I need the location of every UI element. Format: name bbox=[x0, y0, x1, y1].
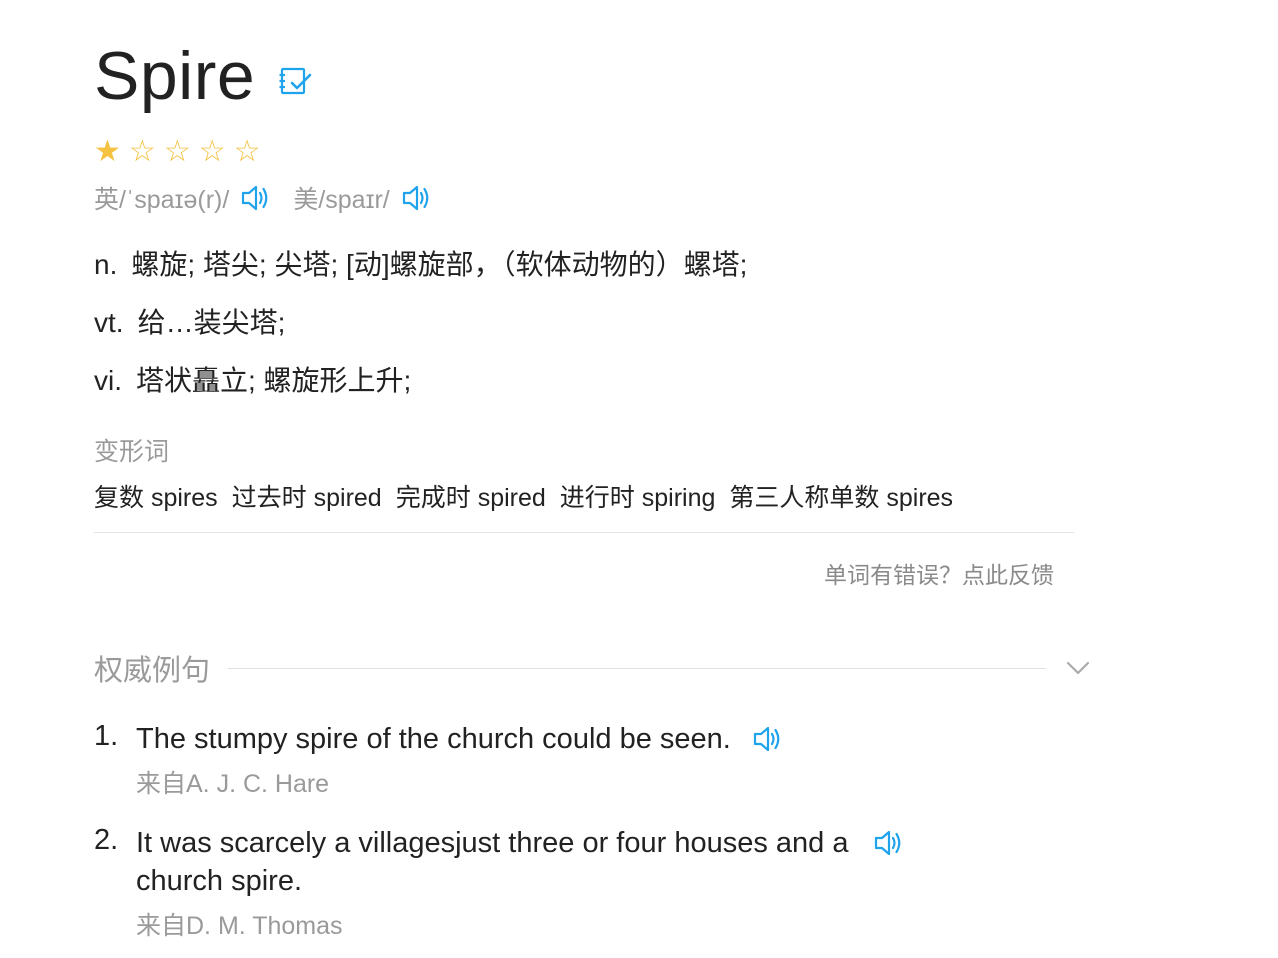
example-number: 2. bbox=[94, 824, 119, 856]
star-empty-icon: ☆ bbox=[198, 135, 226, 168]
word-form-link[interactable]: spired bbox=[478, 484, 546, 512]
word-form-link[interactable]: spired bbox=[314, 484, 382, 512]
definitions-list: n. 螺旋; 塔尖; 尖塔; [动]螺旋部，（软体动物的）螺塔; vt. 给…装尖塔… bbox=[94, 240, 747, 414]
uk-pronounce-speaker-icon[interactable] bbox=[239, 182, 271, 214]
word-header: Spire bbox=[94, 36, 313, 116]
feedback-link[interactable]: 单词有错误？点此反馈 bbox=[824, 556, 1054, 590]
phonetics: 英/ˈspaɪə(r)/ 美/spaɪr/ bbox=[94, 180, 454, 216]
examples-title: 权威例句 bbox=[94, 655, 211, 687]
dictionary-page: Spire ★ ☆ ☆ ☆ ☆ 英/ˈspaɪə(r)/ 美/spaɪr/ n.… bbox=[0, 0, 1278, 958]
example-line: The stumpy spire of the church could be … bbox=[136, 720, 783, 758]
star-empty-icon: ☆ bbox=[128, 135, 156, 168]
example-line: It was scarcely a villagesjust three or … bbox=[136, 824, 904, 862]
definition-text: 螺旋; 塔尖; 尖塔; [动]螺旋部，（软体动物的）螺塔; bbox=[131, 249, 748, 280]
word-form-item: 过去时 spired bbox=[231, 484, 382, 512]
example-text: The stumpy spire of the church could be … bbox=[136, 723, 731, 755]
example-source: 来自D. M. Thomas bbox=[136, 912, 343, 940]
chevron-down-icon[interactable] bbox=[1066, 661, 1090, 675]
word-form-item: 完成时 spired bbox=[395, 484, 546, 512]
uk-phonetic: 英/ˈspaɪə(r)/ bbox=[94, 180, 271, 216]
example-speaker-icon[interactable] bbox=[751, 723, 783, 755]
word-form-item: 复数 spires bbox=[94, 484, 218, 512]
example-body: It was scarcely a villagesjust three or … bbox=[136, 824, 904, 942]
word-form-item: 第三人称单数 spires bbox=[729, 484, 954, 512]
definition-text: 塔状矗立; 螺旋形上升; bbox=[136, 365, 412, 396]
star-filled-icon: ★ bbox=[94, 135, 121, 168]
add-to-wordbook-icon[interactable] bbox=[279, 64, 313, 98]
definition-text: 给…装尖塔; bbox=[137, 307, 286, 338]
star-empty-icon: ☆ bbox=[163, 135, 191, 168]
part-of-speech: vt. bbox=[94, 307, 124, 338]
example-text: church spire. bbox=[136, 865, 303, 897]
headword: Spire bbox=[94, 38, 256, 114]
word-form-link[interactable]: spiring bbox=[642, 484, 716, 512]
definition-row: n. 螺旋; 塔尖; 尖塔; [动]螺旋部，（软体动物的）螺塔; bbox=[94, 240, 747, 298]
word-forms-title: 变形词 bbox=[94, 438, 170, 466]
rating-stars: ★ ☆ ☆ ☆ ☆ bbox=[94, 134, 261, 170]
us-pronounce-speaker-icon[interactable] bbox=[400, 182, 432, 214]
example-line: church spire. bbox=[136, 862, 904, 900]
word-form-item: 进行时 spiring bbox=[559, 484, 716, 512]
example-source: 来自A. J. C. Hare bbox=[136, 770, 330, 798]
example-text: It was scarcely a villagesjust three or … bbox=[136, 827, 849, 859]
example-speaker-icon[interactable] bbox=[872, 827, 904, 859]
examples-section-header[interactable]: 权威例句 bbox=[94, 648, 1090, 688]
word-form-link[interactable]: spires bbox=[886, 484, 953, 512]
definition-row: vi. 塔状矗立; 螺旋形上升; bbox=[94, 356, 747, 414]
star-empty-icon: ☆ bbox=[233, 135, 261, 168]
example-number: 1. bbox=[94, 720, 119, 752]
examples-divider bbox=[228, 667, 1046, 669]
part-of-speech: n. bbox=[94, 249, 118, 280]
example-body: The stumpy spire of the church could be … bbox=[136, 720, 783, 800]
us-phonetic: 美/spaɪr/ bbox=[293, 180, 431, 216]
definition-row: vt. 给…装尖塔; bbox=[94, 298, 747, 356]
uk-phonetic-text: 英/ˈspaɪə(r)/ bbox=[94, 186, 230, 214]
section-divider bbox=[94, 532, 1074, 533]
word-forms-list: 复数 spires 过去时 spired 完成时 spired 进行时 spir… bbox=[94, 478, 953, 514]
part-of-speech: vi. bbox=[94, 365, 122, 396]
word-form-link[interactable]: spires bbox=[151, 484, 218, 512]
us-phonetic-text: 美/spaɪr/ bbox=[293, 186, 390, 214]
